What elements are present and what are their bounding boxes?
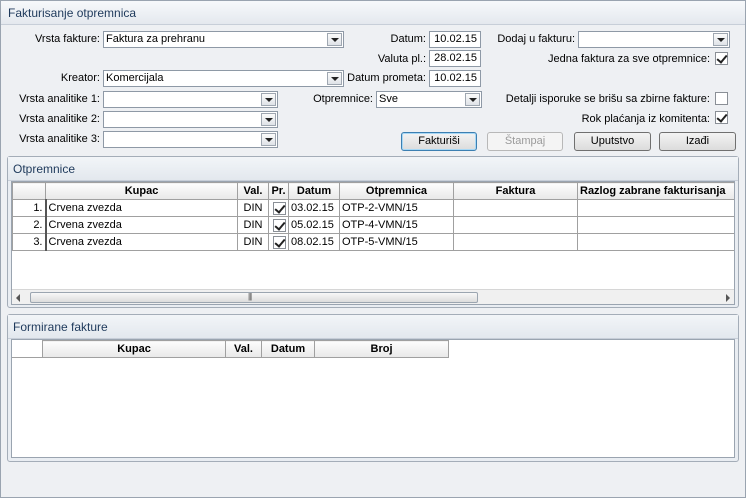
kreator-combo[interactable]: Komercijala — [103, 70, 344, 87]
cell-faktura[interactable] — [453, 199, 578, 217]
fakture-grid: Kupac Val. Datum Broj — [11, 339, 735, 458]
chevron-down-icon[interactable] — [261, 113, 276, 126]
col-datum[interactable]: Datum — [288, 182, 340, 200]
cell-otpremnica[interactable]: OTP-5-VMN/15 — [339, 233, 454, 251]
valuta-label: Valuta pl.: — [377, 53, 426, 65]
scrollbar-thumb[interactable] — [30, 292, 478, 303]
cell-otpremnica[interactable]: OTP-2-VMN/15 — [339, 199, 454, 217]
dodaj-u-fakturu-combo[interactable] — [578, 31, 730, 48]
cell-kupac[interactable]: Crvena zvezda — [45, 199, 238, 217]
otpremnice-grid: Kupac Val. Pr. Datum Otpremnica Faktura … — [11, 181, 735, 305]
cell-razlog[interactable] — [577, 233, 734, 251]
cell-razlog[interactable] — [577, 216, 734, 234]
otpremnice-panel: Otpremnice Kupac Val. Pr. Datum Otpremni… — [7, 156, 739, 308]
stampaj-button[interactable]: Štampaj — [487, 132, 563, 151]
cell-faktura[interactable] — [453, 233, 578, 251]
horizontal-scrollbar[interactable]: ||| — [12, 289, 734, 304]
jedna-faktura-checkbox[interactable] — [715, 52, 728, 65]
col-kupac[interactable]: Kupac — [45, 182, 238, 200]
cell-datum[interactable]: 08.02.15 — [288, 233, 340, 251]
arrow-left-icon[interactable] — [16, 294, 20, 302]
vrsta-fakture-value: Faktura za prehranu — [106, 33, 206, 45]
otpremnice-value: Sve — [379, 93, 398, 105]
rok-placanja-label: Rok plaćanja iz komitenta: — [581, 113, 710, 125]
arrow-right-icon[interactable] — [726, 294, 730, 302]
detalji-isporuke-checkbox[interactable] — [715, 92, 728, 105]
otpremnice-label: Otpremnice: — [313, 93, 373, 105]
datum-label: Datum: — [390, 33, 426, 45]
col-kupac[interactable]: Kupac — [42, 340, 226, 358]
analitika2-combo[interactable] — [103, 111, 278, 128]
row-header-corner — [12, 182, 46, 200]
col-razlog[interactable]: Razlog zabrane fakturisanja — [577, 182, 734, 200]
col-broj[interactable]: Broj — [314, 340, 449, 358]
datum-field[interactable]: 10.02.15 — [429, 31, 481, 48]
row-header-corner — [12, 340, 43, 358]
vrsta-fakture-combo[interactable]: Faktura za prehranu — [103, 31, 344, 48]
cell-razlog[interactable] — [577, 199, 734, 217]
valuta-field[interactable]: 28.02.15 — [429, 50, 481, 67]
izadji-button[interactable]: Izađi — [659, 132, 736, 151]
fakturisi-button[interactable]: Fakturiši — [401, 132, 477, 151]
analitika3-combo[interactable] — [103, 131, 278, 148]
col-faktura[interactable]: Faktura — [453, 182, 578, 200]
cell-val[interactable]: DIN — [237, 199, 269, 217]
table-row[interactable]: 2. Crvena zvezda DIN 05.02.15 OTP-4-VMN/… — [12, 216, 734, 234]
cell-val[interactable]: DIN — [237, 216, 269, 234]
cell-pr[interactable] — [268, 233, 289, 251]
col-pr[interactable]: Pr. — [268, 182, 289, 200]
col-val[interactable]: Val. — [237, 182, 269, 200]
row-number: 1. — [12, 199, 47, 217]
check-icon[interactable] — [273, 219, 286, 232]
dodaj-u-fakturu-label: Dodaj u fakturu: — [497, 33, 575, 45]
window-title: Fakturisanje otpremnica — [1, 1, 745, 25]
analitika3-label: Vrsta analitike 3: — [19, 133, 100, 145]
cell-datum[interactable]: 03.02.15 — [288, 199, 340, 217]
rok-placanja-checkbox[interactable] — [715, 111, 728, 124]
analitika1-combo[interactable] — [103, 91, 278, 108]
uputstvo-button[interactable]: Uputstvo — [574, 132, 651, 151]
otpremnice-combo[interactable]: Sve — [376, 91, 482, 108]
check-icon[interactable] — [273, 202, 286, 215]
col-datum[interactable]: Datum — [261, 340, 315, 358]
chevron-down-icon[interactable] — [713, 33, 728, 46]
check-icon[interactable] — [273, 236, 286, 249]
chevron-down-icon[interactable] — [327, 33, 342, 46]
table-row[interactable]: 3. Crvena zvezda DIN 08.02.15 OTP-5-VMN/… — [12, 233, 734, 251]
fakture-panel: Formirane fakture Kupac Val. Datum Broj — [7, 314, 739, 462]
cell-kupac[interactable]: Crvena zvezda — [45, 216, 238, 234]
chevron-down-icon[interactable] — [327, 72, 342, 85]
col-otpremnica[interactable]: Otpremnica — [339, 182, 454, 200]
fakture-panel-title: Formirane fakture — [8, 315, 738, 339]
cell-otpremnica[interactable]: OTP-4-VMN/15 — [339, 216, 454, 234]
row-number: 3. — [12, 233, 47, 251]
cell-kupac[interactable]: Crvena zvezda — [45, 233, 238, 251]
cell-faktura[interactable] — [453, 216, 578, 234]
kreator-label: Kreator: — [60, 72, 100, 84]
table-row[interactable]: 1. Crvena zvezda DIN 03.02.15 OTP-2-VMN/… — [12, 199, 734, 217]
vrsta-fakture-label: Vrsta fakture: — [34, 33, 100, 45]
analitika1-label: Vrsta analitike 1: — [19, 93, 100, 105]
chevron-down-icon[interactable] — [261, 133, 276, 146]
chevron-down-icon[interactable] — [261, 93, 276, 106]
cell-val[interactable]: DIN — [237, 233, 269, 251]
analitika2-label: Vrsta analitike 2: — [19, 113, 100, 125]
cell-pr[interactable] — [268, 216, 289, 234]
detalji-isporuke-label: Detalji isporuke se brišu sa zbirne fakt… — [505, 93, 710, 105]
datum-prometa-label: Datum prometa: — [347, 72, 426, 84]
jedna-faktura-label: Jedna faktura za sve otpremnice: — [547, 53, 710, 65]
fakturisanje-window: Fakturisanje otpremnica Vrsta fakture: F… — [0, 0, 746, 498]
row-number: 2. — [12, 216, 47, 234]
cell-datum[interactable]: 05.02.15 — [288, 216, 340, 234]
datum-prometa-field[interactable]: 10.02.15 — [429, 70, 481, 87]
cell-pr[interactable] — [268, 199, 289, 217]
grip-icon: ||| — [248, 292, 252, 301]
col-val[interactable]: Val. — [225, 340, 262, 358]
otpremnice-panel-title: Otpremnice — [8, 157, 738, 181]
kreator-value: Komercijala — [106, 72, 164, 84]
